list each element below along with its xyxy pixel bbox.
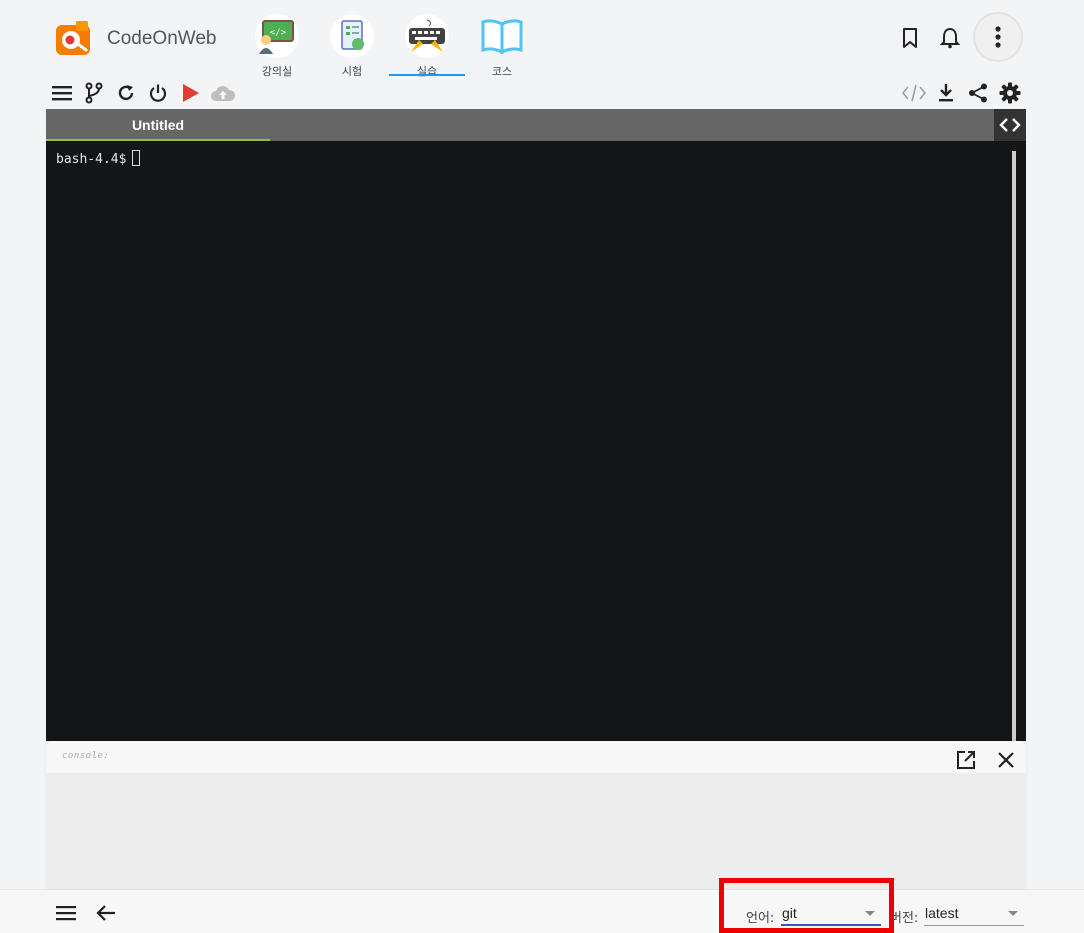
logo-icon[interactable] — [54, 19, 92, 57]
active-tab-indicator — [389, 74, 465, 76]
prompt-text: bash-4.4$ — [56, 152, 127, 167]
bottom-bar: 언어: git 버전: latest — [0, 889, 1084, 933]
nav-label-course: 코스 — [491, 65, 513, 78]
download-icon[interactable] — [934, 81, 958, 105]
version-select[interactable]: latest — [924, 904, 1024, 926]
version-value: latest — [925, 905, 959, 921]
share-icon[interactable] — [966, 81, 990, 105]
menu-icon[interactable] — [50, 81, 74, 105]
upload-cloud-icon[interactable] — [210, 81, 236, 105]
brand-name[interactable]: CodeOnWeb — [107, 28, 217, 50]
terminal-cursor — [132, 150, 141, 166]
code-icon[interactable] — [901, 81, 927, 105]
svg-text:</>: </> — [270, 28, 287, 38]
editor-tab-bar: Untitled — [46, 109, 1026, 141]
bell-icon[interactable] — [938, 26, 962, 50]
nav-item-course[interactable]: 코스 — [464, 14, 540, 78]
course-book-icon — [480, 14, 524, 58]
tab-untitled[interactable]: Untitled — [46, 109, 270, 141]
close-icon[interactable] — [994, 749, 1018, 771]
console-header: console: — [46, 741, 1026, 773]
nav-item-exam[interactable]: 시험 — [314, 14, 390, 78]
terminal-scrollbar[interactable] — [1012, 151, 1016, 741]
branch-icon[interactable] — [82, 81, 106, 105]
refresh-icon[interactable] — [114, 81, 138, 105]
highlight-annotation-box — [719, 878, 894, 933]
nav-label-classroom: 강의실 — [261, 65, 293, 78]
bottom-menu-icon[interactable] — [54, 902, 78, 924]
open-external-icon[interactable] — [954, 749, 978, 771]
classroom-icon: </> — [255, 14, 299, 58]
chevron-down-icon — [1008, 911, 1018, 916]
console-panel: console: — [46, 741, 1026, 889]
nav-label-practice: 실습 — [416, 65, 438, 78]
bookmark-icon[interactable] — [898, 26, 922, 50]
settings-icon[interactable] — [998, 81, 1022, 105]
more-vert-icon[interactable] — [975, 14, 1021, 60]
exam-icon — [330, 14, 374, 58]
nav-item-practice[interactable]: 실습 — [389, 14, 465, 78]
run-icon[interactable] — [178, 81, 202, 105]
version-label: 버전: — [890, 911, 919, 926]
expand-collapse-icon[interactable] — [994, 109, 1026, 141]
nav-item-classroom[interactable]: </> 강의실 — [239, 14, 315, 78]
back-arrow-icon[interactable] — [94, 902, 118, 924]
practice-keyboard-icon — [405, 14, 449, 58]
terminal-prompt: bash-4.4$ — [56, 150, 141, 167]
top-header: CodeOnWeb </> 강의실 시험 실습 코스 — [0, 0, 1084, 80]
nav-label-exam: 시험 — [341, 65, 363, 78]
power-icon[interactable] — [146, 81, 170, 105]
terminal[interactable]: bash-4.4$ — [46, 141, 1026, 741]
console-label: console: — [62, 751, 110, 761]
